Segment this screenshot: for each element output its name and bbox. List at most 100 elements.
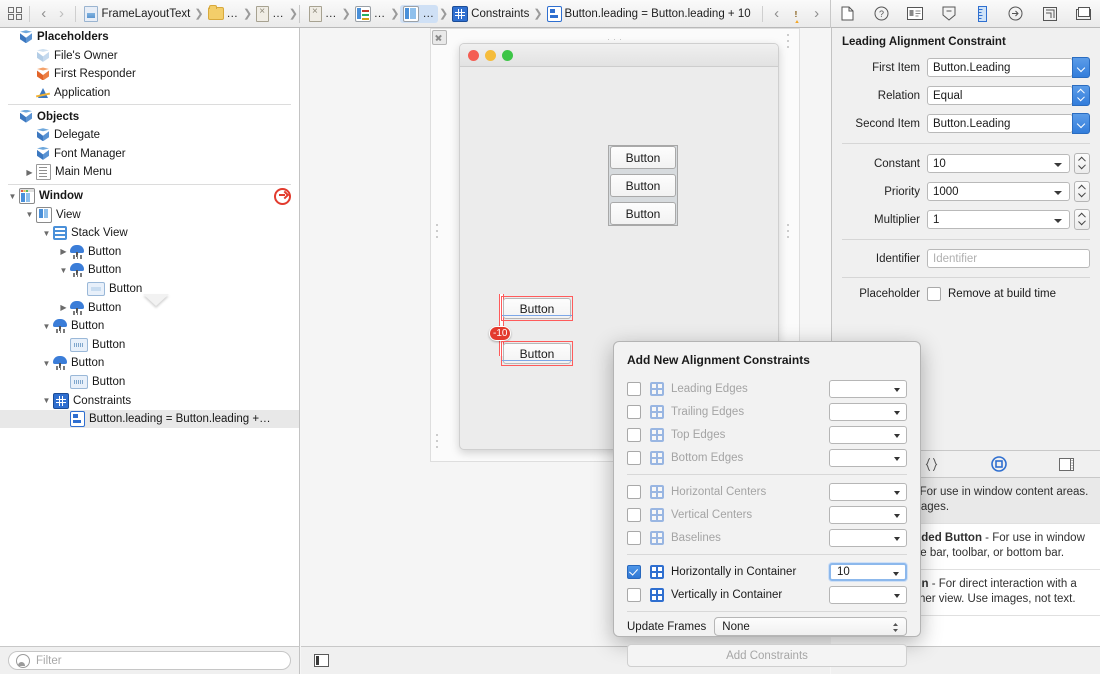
breadcrumb-item-view[interactable]: … <box>400 5 438 23</box>
popover-row-value-select[interactable]: 10 <box>829 563 907 581</box>
code-snippet-library-icon[interactable] <box>919 453 945 475</box>
vertically-in-container-checkbox[interactable] <box>627 588 641 602</box>
identity-inspector-icon[interactable] <box>902 3 928 25</box>
close-red-icon[interactable] <box>468 50 479 61</box>
breadcrumb-item-file-1[interactable]: … <box>253 5 288 23</box>
editor-layout-icon[interactable] <box>6 7 24 20</box>
outline-row-button[interactable]: ▼Button <box>0 354 299 373</box>
chevron-right-icon[interactable]: ▶ <box>23 168 36 177</box>
relation-field[interactable]: Equal <box>927 86 1073 105</box>
breadcrumb-item-file-2[interactable]: … <box>306 5 341 23</box>
outline-row-button[interactable]: ▼Button <box>0 261 299 280</box>
update-frames-select[interactable]: None <box>714 617 907 636</box>
outline-row-stack-view[interactable]: ▼Stack View <box>0 224 299 243</box>
priority-stepper[interactable] <box>1074 181 1090 202</box>
popover-row-trailing-edges[interactable]: Trailing Edges <box>614 400 920 423</box>
popover-row-vertically-in-container[interactable]: Vertically in Container <box>614 583 920 606</box>
chevron-down-icon[interactable]: ▼ <box>40 322 53 331</box>
chevron-down-icon[interactable] <box>1054 191 1062 195</box>
connections-inspector-icon[interactable] <box>1003 3 1029 25</box>
breadcrumb-item-constraints[interactable]: Constraints <box>449 5 532 23</box>
chevron-down-icon[interactable]: ▼ <box>6 192 19 201</box>
popover-row-value-select[interactable] <box>829 380 907 398</box>
object-library-icon[interactable] <box>986 453 1012 475</box>
outline-row-objects[interactable]: Objects <box>0 107 299 126</box>
popover-row-baselines[interactable]: Baselines <box>614 526 920 549</box>
horizontal-centers-checkbox[interactable] <box>627 485 641 499</box>
remove-at-build-time-checkbox[interactable] <box>927 287 941 301</box>
top-edges-checkbox[interactable] <box>627 428 641 442</box>
trailing-edges-checkbox[interactable] <box>627 405 641 419</box>
resize-handle-right[interactable] <box>787 224 790 227</box>
stack-view[interactable]: Button Button Button <box>608 145 678 226</box>
popover-row-value-select[interactable] <box>829 586 907 604</box>
breadcrumb-item-folder[interactable]: … <box>205 6 243 21</box>
popover-row-value-select[interactable] <box>829 449 907 467</box>
forward-button[interactable]: › <box>53 5 71 22</box>
stack-button[interactable]: Button <box>610 146 676 169</box>
resize-handle-left[interactable] <box>436 224 439 227</box>
quick-help-inspector-icon[interactable]: ? <box>868 3 894 25</box>
document-outline-panel[interactable]: PlaceholdersFile's OwnerFirst ResponderA… <box>0 28 300 646</box>
chevron-down-icon[interactable]: ▼ <box>40 396 53 405</box>
breadcrumb-item-view-controller[interactable]: … <box>352 5 390 23</box>
stack-button[interactable]: Button <box>610 174 676 197</box>
add-constraints-button[interactable]: Add Constraints <box>627 644 907 667</box>
minimize-yellow-icon[interactable] <box>485 50 496 61</box>
chevron-right-icon[interactable]: ▶ <box>57 303 70 312</box>
chevron-down-icon[interactable]: ▼ <box>23 210 36 219</box>
bottom-edges-checkbox[interactable] <box>627 451 641 465</box>
multiplier-field[interactable]: 1 <box>927 210 1070 229</box>
second-item-field[interactable]: Button.Leading <box>927 114 1073 133</box>
popover-row-horizontal-centers[interactable]: Horizontal Centers <box>614 480 920 503</box>
outline-row-delegate[interactable]: Delegate <box>0 126 299 145</box>
view-effects-inspector-icon[interactable] <box>1070 3 1096 25</box>
constraint-badge[interactable]: -10 <box>489 326 511 341</box>
chevron-down-icon[interactable]: ▼ <box>40 229 53 238</box>
identifier-input[interactable]: Identifier <box>927 249 1090 268</box>
stack-button[interactable]: Button <box>610 202 676 225</box>
outline-row-placeholders[interactable]: Placeholders <box>0 28 299 47</box>
vertical-centers-checkbox[interactable] <box>627 508 641 522</box>
outline-row-button-leading-button-leading[interactable]: Button.leading = Button.leading +… <box>0 410 299 429</box>
resize-handle-left-bottom[interactable] <box>436 434 439 437</box>
next-issue-button[interactable]: › <box>808 5 826 22</box>
chevron-down-icon[interactable]: ▼ <box>57 266 70 275</box>
bindings-inspector-icon[interactable] <box>1037 3 1063 25</box>
status-badge[interactable] <box>274 188 291 205</box>
popover-row-value-select[interactable] <box>829 403 907 421</box>
outline-row-window[interactable]: ▼Window <box>0 187 299 206</box>
breadcrumb-item-constraint[interactable]: Button.leading = Button.leading + 10 <box>544 5 754 23</box>
leading-edges-checkbox[interactable] <box>627 382 641 396</box>
multiplier-stepper[interactable] <box>1074 209 1090 230</box>
popover-row-value-select[interactable] <box>829 529 907 547</box>
document-outline-toggle-icon[interactable] <box>301 654 341 667</box>
outline-row-constraints[interactable]: ▼Constraints <box>0 391 299 410</box>
chevron-down-icon[interactable] <box>1054 163 1062 167</box>
outline-row-button[interactable]: Button <box>0 336 299 355</box>
attributes-inspector-icon[interactable] <box>936 3 962 25</box>
relation-stepper-button[interactable] <box>1072 85 1090 106</box>
baselines-checkbox[interactable] <box>627 531 641 545</box>
first-item-field[interactable]: Button.Leading <box>927 58 1073 77</box>
chevron-down-icon[interactable]: ▼ <box>40 359 53 368</box>
horizontally-in-container-checkbox[interactable] <box>627 565 641 579</box>
constant-stepper[interactable] <box>1074 153 1090 174</box>
selected-button-1[interactable]: Button <box>501 296 573 321</box>
size-inspector-icon[interactable] <box>969 3 995 25</box>
popover-row-leading-edges[interactable]: Leading Edges <box>614 377 920 400</box>
outline-row-font-manager[interactable]: Font Manager <box>0 145 299 164</box>
first-item-popup-button[interactable] <box>1072 57 1090 78</box>
selected-button-2[interactable]: Button <box>501 341 573 366</box>
outline-row-file-s-owner[interactable]: File's Owner <box>0 47 299 66</box>
previous-issue-button[interactable]: ‹ <box>768 5 786 22</box>
outline-row-first-responder[interactable]: First Responder <box>0 65 299 84</box>
canvas-close-icon[interactable] <box>432 30 447 45</box>
chevron-right-icon[interactable]: ▶ <box>57 247 70 256</box>
media-library-icon[interactable] <box>1053 453 1079 475</box>
outline-row-view[interactable]: ▼View <box>0 205 299 224</box>
popover-row-horizontally-in-container[interactable]: Horizontally in Container10 <box>614 560 920 583</box>
resize-handle-right-top[interactable] <box>787 34 790 37</box>
chevron-down-icon[interactable] <box>1054 219 1062 223</box>
outline-row-main-menu[interactable]: ▶Main Menu <box>0 163 299 182</box>
